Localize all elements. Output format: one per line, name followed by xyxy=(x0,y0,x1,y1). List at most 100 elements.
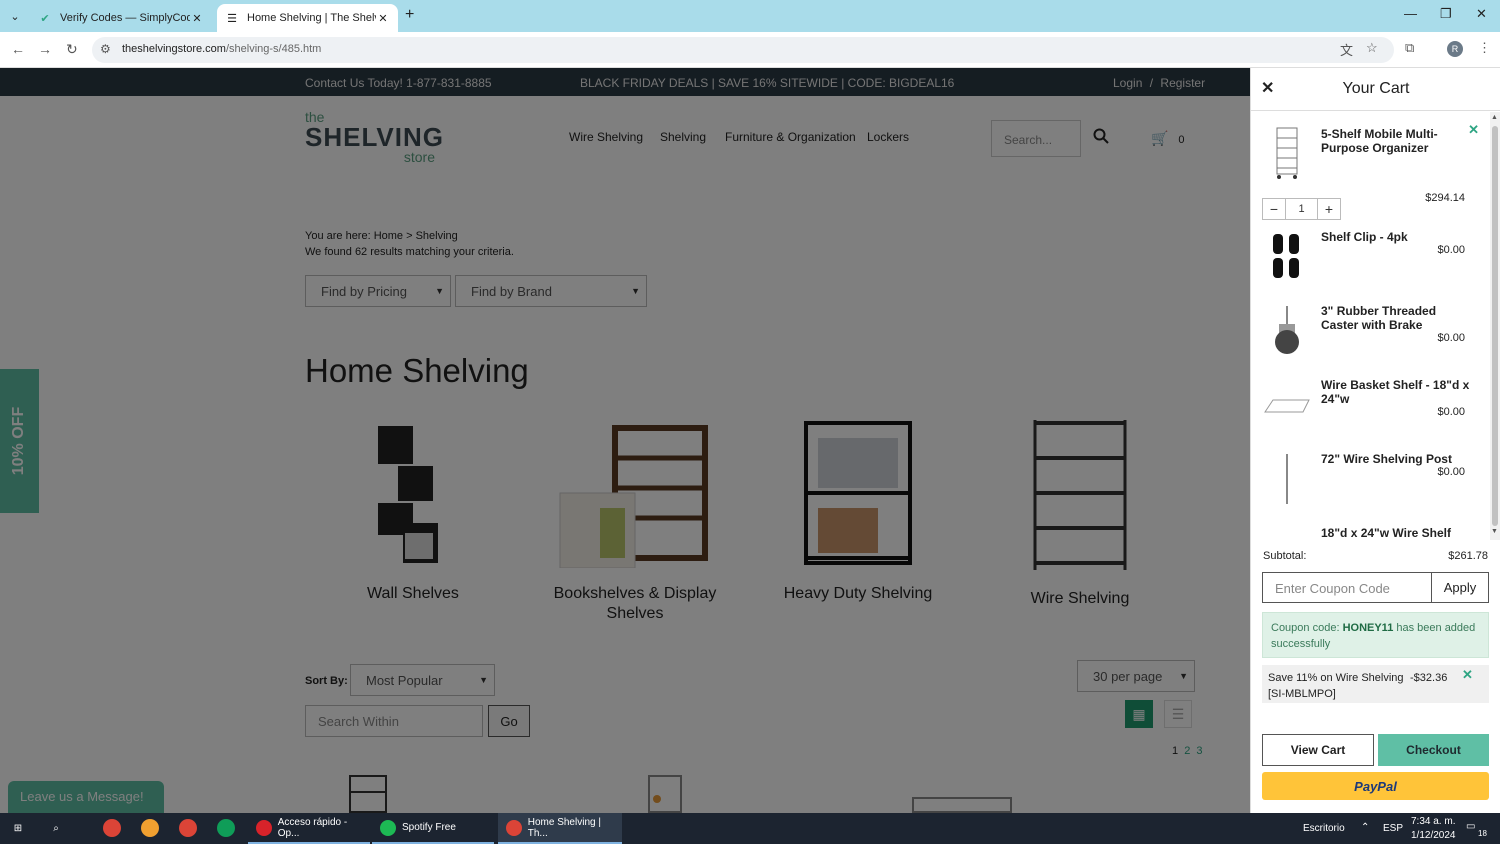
item-name[interactable]: Shelf Clip - 4pk xyxy=(1321,230,1471,244)
url-bar[interactable]: ⚙ theshelvingstore.com/shelving-s/485.ht… xyxy=(92,37,1394,63)
chrome-icon[interactable] xyxy=(217,819,235,837)
register-link[interactable]: Register xyxy=(1160,76,1205,90)
remove-discount-icon[interactable]: ✕ xyxy=(1462,667,1473,683)
scroll-thumb[interactable] xyxy=(1492,126,1498,526)
product-thumb-3[interactable] xyxy=(911,796,1013,813)
apply-button[interactable]: Apply xyxy=(1431,572,1489,603)
breadcrumb[interactable]: You are here: Home > Shelving xyxy=(305,230,458,242)
category-bookshelves[interactable]: Bookshelves & Display Shelves xyxy=(550,418,720,624)
discount-amount: -$32.36 xyxy=(1410,672,1448,684)
grid-view-icon[interactable]: ▦ xyxy=(1125,700,1153,728)
header-cart[interactable]: 🛒 0 xyxy=(1151,130,1184,147)
menu-kebab-icon[interactable]: ⋮ xyxy=(1478,40,1491,56)
reload-icon[interactable]: ↻ xyxy=(66,41,78,58)
restore-icon[interactable]: ❐ xyxy=(1440,6,1452,22)
new-tab-icon[interactable]: + xyxy=(405,6,414,24)
minimize-icon[interactable]: — xyxy=(1404,6,1417,21)
brand-filter-select[interactable]: Find by Brand ▼ xyxy=(455,275,647,307)
extensions-icon[interactable]: ⧉ xyxy=(1405,40,1414,56)
search-within-input[interactable]: Search Within xyxy=(305,705,483,737)
login-link[interactable]: Login xyxy=(1113,76,1142,90)
sort-select[interactable]: Most Popular ▼ xyxy=(350,664,495,696)
item-name[interactable]: 5-Shelf Mobile Multi-Purpose Organizer xyxy=(1321,127,1471,155)
page-favicon-icon: ☰ xyxy=(227,12,237,25)
view-cart-button[interactable]: View Cart xyxy=(1262,734,1374,766)
forward-icon[interactable]: → xyxy=(38,41,52,57)
paypal-button[interactable]: PayPal xyxy=(1262,772,1489,800)
chevron-down-icon: ▼ xyxy=(479,675,488,685)
search-icon[interactable]: ⌕ xyxy=(47,819,65,837)
url-text: theshelvingstore.com/shelving-s/485.htm xyxy=(122,43,322,55)
coupon-input[interactable]: Enter Coupon Code xyxy=(1262,572,1432,603)
item-name[interactable]: 72" Wire Shelving Post xyxy=(1321,452,1471,466)
category-heavy-duty[interactable]: Heavy Duty Shelving xyxy=(778,418,938,604)
chat-widget[interactable]: Leave us a Message! xyxy=(8,781,164,813)
tab-shelving-store[interactable]: ☰ Home Shelving | The Shelving S ✕ xyxy=(217,4,398,32)
address-toolbar: ← → ↻ ⚙ theshelvingstore.com/shelving-s/… xyxy=(0,32,1500,68)
minus-icon[interactable]: − xyxy=(1263,199,1285,219)
language-indicator[interactable]: ESP xyxy=(1383,823,1403,834)
back-icon[interactable]: ← xyxy=(11,41,25,57)
nav-shelving[interactable]: Shelving xyxy=(660,130,706,144)
discount-tab[interactable]: 10% OFF xyxy=(0,369,39,513)
tab-search-icon[interactable]: ⌄ xyxy=(6,7,24,25)
page-1[interactable]: 1 xyxy=(1172,745,1178,757)
product-thumb-1[interactable] xyxy=(348,774,388,813)
cart-drawer: ✕ Your Cart 5-Shelf Mobile Multi-Purpose… xyxy=(1250,68,1500,813)
site-logo[interactable]: the SHELVING store xyxy=(305,110,444,164)
close-tab-icon[interactable]: ✕ xyxy=(190,12,204,25)
pricing-filter-select[interactable]: Find by Pricing ▼ xyxy=(305,275,451,307)
taskbar-app-chrome[interactable]: Home Shelving | Th... xyxy=(498,813,622,844)
wire-shelving-image xyxy=(1030,418,1130,573)
nav-wire-shelving[interactable]: Wire Shelving xyxy=(569,130,643,144)
per-page-select[interactable]: 30 per page ▼ xyxy=(1077,660,1195,692)
taskbar-app-opera[interactable]: Acceso rápido - Op... xyxy=(248,813,370,844)
page-2[interactable]: 2 xyxy=(1184,745,1190,757)
cart-item: Shelf Clip - 4pk $0.00 xyxy=(1251,226,1489,286)
desktop-label[interactable]: Escritorio xyxy=(1303,823,1345,834)
plus-icon[interactable]: + xyxy=(1318,199,1340,219)
nav-lockers[interactable]: Lockers xyxy=(867,130,909,144)
cart-item: 5-Shelf Mobile Multi-Purpose Organizer ✕… xyxy=(1251,122,1489,220)
profile-avatar[interactable]: R xyxy=(1447,41,1463,57)
cart-item: Wire Basket Shelf - 18"d x 24"w $0.00 xyxy=(1251,374,1489,444)
category-wire-shelving[interactable]: Wire Shelving xyxy=(1000,418,1160,609)
item-name[interactable]: 3" Rubber Threaded Caster with Brake xyxy=(1321,304,1471,332)
chrome-icon xyxy=(506,819,522,836)
nav-furniture-organization[interactable]: Furniture & Organization xyxy=(725,130,856,144)
notification-icon[interactable]: ▭ xyxy=(1466,821,1475,832)
scroll-up-icon[interactable]: ▲ xyxy=(1491,114,1498,121)
go-button[interactable]: Go xyxy=(488,705,530,737)
taskbar-app-spotify[interactable]: Spotify Free xyxy=(372,813,494,844)
windows-start-icon[interactable]: ⊞ xyxy=(9,819,27,837)
scroll-down-icon[interactable]: ▼ xyxy=(1491,528,1498,535)
tray-chevron-icon[interactable]: ⌃ xyxy=(1361,822,1369,833)
page-title: Home Shelving xyxy=(305,352,529,389)
bookmark-star-icon[interactable]: ☆ xyxy=(1366,40,1378,56)
tab-simplycodes[interactable]: ✔ Verify Codes — SimplyCodes ✕ xyxy=(30,4,212,32)
quantity-value[interactable]: 1 xyxy=(1285,199,1318,219)
contact-text[interactable]: Contact Us Today! 1-877-831-8885 xyxy=(305,76,492,90)
item-name[interactable]: Wire Basket Shelf - 18"d x 24"w xyxy=(1321,378,1471,406)
chrome-icon[interactable] xyxy=(179,819,197,837)
site-info-icon[interactable]: ⚙ xyxy=(100,42,111,56)
cart-scrollbar[interactable]: ▲ ▼ xyxy=(1490,112,1500,540)
translate-icon[interactable]: 文 xyxy=(1340,40,1353,59)
folder-icon[interactable] xyxy=(141,819,159,837)
clock-time[interactable]: 7:34 a. m. xyxy=(1411,816,1455,827)
close-window-icon[interactable]: ✕ xyxy=(1476,6,1487,22)
site-search-input[interactable]: Search... xyxy=(991,120,1081,157)
list-view-icon[interactable]: ☰ xyxy=(1164,700,1192,728)
item-price: $0.00 xyxy=(1437,244,1465,256)
chrome-icon[interactable] xyxy=(103,819,121,837)
page-3[interactable]: 3 xyxy=(1196,745,1202,757)
category-wall-shelves[interactable]: Wall Shelves xyxy=(333,418,493,604)
clock-date[interactable]: 1/12/2024 xyxy=(1411,830,1456,841)
product-thumb-2[interactable] xyxy=(647,774,683,813)
checkout-button[interactable]: Checkout xyxy=(1378,734,1489,766)
remove-item-icon[interactable]: ✕ xyxy=(1468,122,1479,138)
search-icon[interactable] xyxy=(1093,128,1109,149)
item-name[interactable]: 18"d x 24"w Wire Shelf xyxy=(1321,526,1471,540)
close-tab-icon[interactable]: ✕ xyxy=(376,12,390,25)
coupon-code: HONEY11 xyxy=(1342,622,1394,634)
